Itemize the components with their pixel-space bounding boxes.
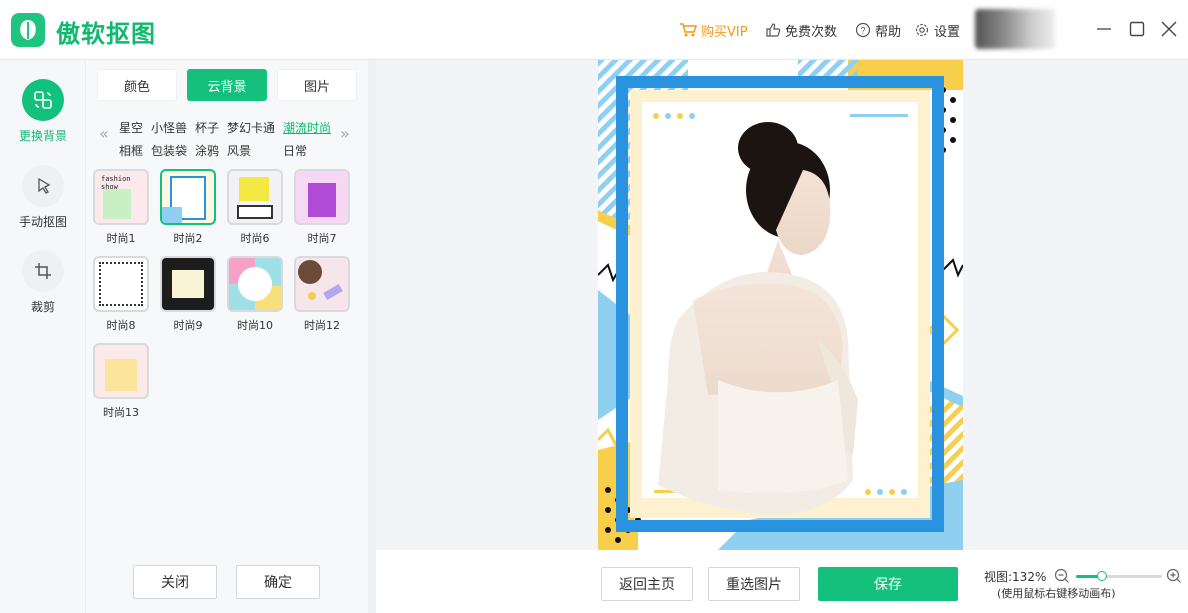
thumbs-up-icon	[766, 23, 781, 37]
template-label: 时尚8	[106, 319, 136, 332]
category-little-monster[interactable]: 小怪兽	[151, 119, 187, 136]
zoom-slider-handle[interactable]	[1096, 571, 1107, 581]
template-thumbnail[interactable]: fashion show	[93, 169, 149, 225]
title-bar: 傲软抠图 购买VIP 免费次数 ? 帮助 设置	[0, 0, 1188, 60]
cart-icon	[680, 23, 697, 37]
template-thumbnail-selected[interactable]	[160, 169, 216, 225]
category-next-icon[interactable]: »	[340, 124, 350, 143]
nav-crop[interactable]: 裁剪	[0, 250, 86, 315]
nav-replace-background[interactable]: 更换背景	[0, 79, 86, 144]
help-link[interactable]: ? 帮助	[855, 20, 901, 40]
buy-vip-label: 购买VIP	[701, 24, 748, 40]
left-nav: 更换背景 手动抠图 裁剪	[0, 60, 86, 613]
panel-scrollbar[interactable]	[368, 60, 376, 613]
crop-icon	[22, 250, 64, 292]
confirm-button[interactable]: 确定	[236, 565, 320, 599]
template-thumbnail[interactable]	[294, 169, 350, 225]
category-starry-sky[interactable]: 星空	[119, 119, 143, 136]
app-logo-icon	[11, 13, 45, 47]
lasso-icon	[22, 165, 64, 207]
template-label: 时尚10	[237, 319, 273, 332]
zoom-in-icon[interactable]	[1166, 568, 1182, 584]
template-thumbnail[interactable]	[160, 256, 216, 312]
maximize-button[interactable]	[1126, 18, 1148, 40]
template-thumbnail[interactable]	[227, 169, 283, 225]
svg-text:?: ?	[860, 26, 865, 36]
template-thumbnail[interactable]	[294, 256, 350, 312]
poster-background-graphic	[598, 60, 963, 550]
poster-preview[interactable]	[598, 60, 963, 550]
template-label: 时尚7	[307, 232, 337, 245]
swap-image-icon	[22, 79, 64, 121]
gear-icon	[915, 23, 929, 37]
minimize-button[interactable]	[1093, 18, 1115, 40]
reselect-image-button[interactable]: 重选图片	[708, 567, 800, 601]
template-label: 时尚1	[106, 232, 136, 245]
zoom-slider[interactable]	[1076, 571, 1162, 581]
zoom-hint: (使用鼠标右键移动画布)	[997, 587, 1116, 600]
category-dream-cartoon[interactable]: 梦幻卡通	[227, 119, 275, 136]
tab-color[interactable]: 颜色	[97, 69, 177, 101]
buy-vip-link[interactable]: 购买VIP	[679, 20, 748, 40]
category-cup[interactable]: 杯子	[195, 119, 219, 136]
settings-label: 设置	[934, 24, 961, 40]
template-label: 时尚2	[173, 232, 203, 245]
panel-tabs: 颜色 云背景 图片	[97, 69, 357, 101]
app-title: 傲软抠图	[56, 20, 156, 48]
category-graffiti[interactable]: 涂鸦	[195, 142, 219, 159]
close-window-button[interactable]	[1158, 18, 1180, 40]
tab-image[interactable]: 图片	[277, 69, 357, 101]
free-count-link[interactable]: 免费次数	[765, 20, 837, 40]
user-avatar[interactable]	[975, 9, 1055, 49]
template-thumbnail[interactable]	[93, 256, 149, 312]
save-button[interactable]: 保存	[818, 567, 958, 601]
settings-link[interactable]: 设置	[914, 20, 960, 40]
zoom-out-icon[interactable]	[1054, 568, 1070, 584]
nav-label: 裁剪	[30, 300, 55, 314]
template-label: 时尚9	[173, 319, 203, 332]
template-label: 时尚13	[103, 406, 139, 419]
nav-label: 更换背景	[18, 129, 67, 143]
template-label: 时尚6	[240, 232, 270, 245]
return-home-button[interactable]: 返回主页	[601, 567, 693, 601]
template-thumbnail[interactable]	[93, 343, 149, 399]
help-icon: ?	[855, 22, 871, 38]
free-count-label: 免费次数	[785, 24, 838, 40]
thumbnail-caption: fashion show	[101, 175, 131, 191]
background-panel: 颜色 云背景 图片 « » 星空 小怪兽 杯子 梦幻卡通 潮流时尚 相框 包装袋…	[86, 60, 368, 613]
close-button[interactable]: 关闭	[133, 565, 217, 599]
category-frame[interactable]: 相框	[119, 142, 143, 159]
category-scenery[interactable]: 风景	[227, 142, 251, 159]
template-thumbnail[interactable]	[227, 256, 283, 312]
category-daily[interactable]: 日常	[283, 142, 307, 159]
nav-manual-cutout[interactable]: 手动抠图	[0, 165, 86, 230]
category-prev-icon[interactable]: «	[99, 124, 109, 143]
nav-label: 手动抠图	[18, 215, 67, 229]
tab-cloud-background[interactable]: 云背景	[187, 69, 267, 101]
category-fashion[interactable]: 潮流时尚	[283, 119, 331, 136]
help-label: 帮助	[875, 24, 902, 40]
category-packaging[interactable]: 包装袋	[151, 142, 187, 159]
template-label: 时尚12	[304, 319, 340, 332]
zoom-level: 视图:132%	[984, 570, 1047, 584]
